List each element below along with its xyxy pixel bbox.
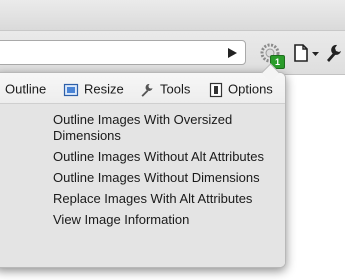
menu-item-view-image-information[interactable]: View Image Information (53, 212, 281, 228)
menu-item-replace-with-alt[interactable]: Replace Images With Alt Attributes (53, 191, 281, 207)
browser-toolbar: 1 (0, 0, 345, 75)
menu-item-outline-without-alt[interactable]: Outline Images Without Alt Attributes (53, 149, 281, 165)
tab-resize-label: Resize (84, 81, 124, 97)
extension-popup: Outline Resize Tools Options Outline Ima… (0, 72, 286, 268)
wrench-icon (141, 83, 153, 97)
tab-tools-label: Tools (160, 81, 191, 97)
tab-strip (0, 0, 345, 31)
tab-outline[interactable]: Outline (5, 80, 46, 98)
tab-options[interactable]: Options (209, 80, 273, 98)
go-arrow-icon[interactable] (225, 46, 239, 60)
tab-options-label: Options (228, 81, 273, 97)
popup-tab-bar: Outline Resize Tools Options (0, 73, 285, 104)
tab-tools[interactable]: Tools (139, 80, 190, 98)
tab-outline-label: Outline (5, 81, 47, 97)
menu-item-outline-oversized[interactable]: Outline Images With Oversized Dimensions (53, 112, 281, 144)
page-menu-icon[interactable] (292, 43, 322, 63)
menu-item-outline-without-dimensions[interactable]: Outline Images Without Dimensions (53, 170, 281, 186)
resize-icon (63, 83, 79, 96)
tab-resize[interactable]: Resize (63, 80, 124, 98)
wrench-menu-icon[interactable] (324, 42, 344, 64)
options-icon (209, 82, 223, 97)
address-bar[interactable] (0, 40, 246, 65)
image-menu: Outline Images With Oversized Dimensions… (0, 104, 285, 267)
